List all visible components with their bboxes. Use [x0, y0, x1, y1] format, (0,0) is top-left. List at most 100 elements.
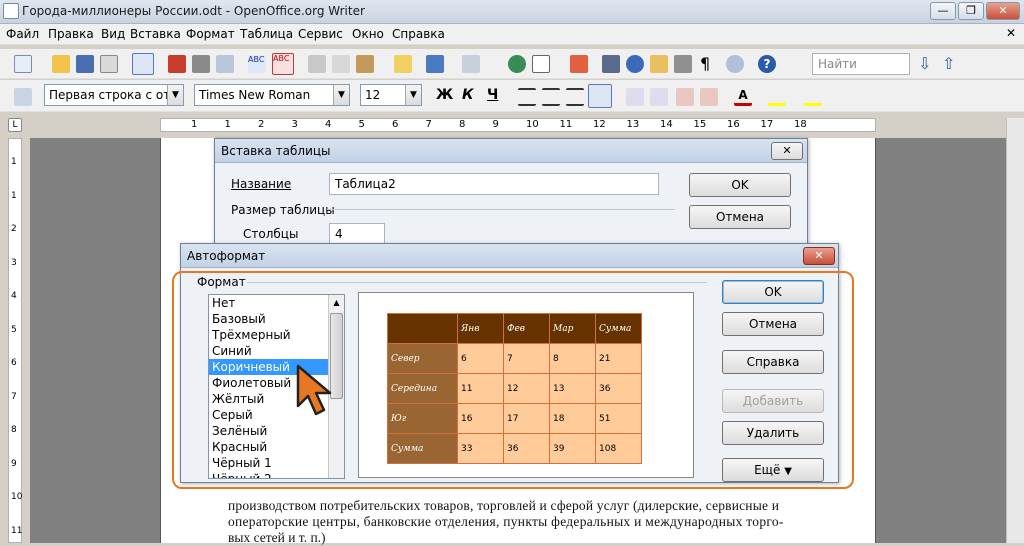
open-icon[interactable] [52, 55, 70, 73]
format-list-item[interactable]: Красный [209, 439, 328, 455]
find-next-icon[interactable]: ⇩ [918, 55, 936, 73]
align-center-icon[interactable] [542, 88, 560, 106]
autospell-icon[interactable]: ABC [272, 53, 294, 75]
format-list-item[interactable]: Трёхмерный [209, 327, 328, 343]
close-doc-icon[interactable]: ✕ [1006, 26, 1016, 40]
insert-table-ok-button[interactable]: OK [689, 173, 791, 197]
preview-row: Север 6 7 8 21 [387, 343, 642, 374]
autoformat-cancel-button[interactable]: Отмена [722, 312, 824, 336]
gallery-icon[interactable] [650, 55, 668, 73]
menu-bar: Файл Правка Вид Вставка Формат Таблица С… [0, 24, 1024, 45]
draw-icon[interactable] [570, 55, 588, 73]
insert-table-cancel-button[interactable]: Отмена [689, 205, 791, 229]
find-prev-icon[interactable]: ⇧ [942, 55, 960, 73]
help-icon[interactable]: ? [758, 55, 776, 73]
autoformat-more-button[interactable]: Ещё ▼ [722, 458, 824, 482]
spellcheck-icon[interactable]: ABC [248, 55, 266, 73]
find-input[interactable]: Найти [812, 53, 910, 75]
format-list-item[interactable]: Нет [209, 295, 328, 311]
format-list-item[interactable]: Чёрный 2 [209, 471, 328, 478]
menu-tools[interactable]: Сервис [298, 27, 343, 41]
background-color-icon[interactable] [804, 88, 822, 106]
cut-icon[interactable] [308, 55, 326, 73]
copy-icon[interactable] [332, 55, 350, 73]
format-list-item[interactable]: Зелёный [209, 423, 328, 439]
ruler-mark: 3 [11, 257, 17, 268]
menu-table[interactable]: Таблица [240, 27, 293, 41]
align-right-icon[interactable] [566, 88, 584, 106]
justify-icon[interactable] [588, 84, 612, 108]
preview-icon[interactable] [216, 55, 234, 73]
menu-format[interactable]: Формат [186, 27, 235, 41]
zoom-icon[interactable] [726, 55, 744, 73]
find-replace-icon[interactable] [602, 55, 620, 73]
preview-cell: 17 [503, 403, 550, 434]
horizontal-ruler[interactable]: 1 1 2 3 4 5 6 7 8 9 10 11 12 13 14 15 16 17 18 [160, 118, 876, 132]
vertical-ruler[interactable]: 1 1 2 3 4 5 6 7 8 9 10 11 [8, 138, 22, 543]
underline-button[interactable]: Ч [487, 87, 498, 103]
edit-mode-icon[interactable] [132, 53, 154, 75]
autoformat-close-button[interactable]: ✕ [803, 247, 835, 265]
ruler-mark: 2 [258, 119, 265, 130]
chevron-down-icon[interactable]: ▼ [333, 85, 349, 105]
menu-view[interactable]: Вид [101, 27, 125, 41]
highlight-icon[interactable] [768, 88, 786, 106]
standard-toolbar: ABC ABC ¶ ? Найти ⇩ ⇧ [0, 49, 1024, 79]
preview-cell: 8 [549, 343, 596, 374]
autoformat-add-button[interactable]: Добавить [722, 389, 824, 413]
format-paint-icon[interactable] [394, 55, 412, 73]
ruler-mark: 4 [325, 119, 332, 130]
new-icon[interactable] [14, 55, 32, 73]
print-icon[interactable] [192, 55, 210, 73]
format-list-item[interactable]: Синий [209, 343, 328, 359]
undo-icon[interactable] [426, 55, 444, 73]
format-preview: Янв Фев Мар Сумма Север 6 7 8 21 Середина 11 12 13 36… [358, 292, 694, 478]
bullets-icon[interactable] [650, 88, 668, 106]
paragraph-style-select[interactable]: Первая строка с отсту ▼ [44, 84, 184, 106]
numbering-icon[interactable] [626, 88, 644, 106]
menu-insert[interactable]: Вставка [130, 27, 181, 41]
font-color-icon[interactable]: A [734, 88, 752, 106]
table-icon[interactable] [532, 55, 550, 73]
chevron-down-icon[interactable]: ▼ [405, 85, 421, 105]
decrease-indent-icon[interactable] [676, 88, 694, 106]
menu-file[interactable]: Файл [6, 27, 39, 41]
tab-type-icon[interactable]: L [8, 118, 22, 132]
italic-button[interactable]: К [462, 87, 473, 103]
align-left-icon[interactable] [518, 88, 536, 106]
preview-cell: 33 [457, 433, 504, 464]
nonprinting-chars-icon[interactable]: ¶ [700, 55, 718, 73]
menu-window[interactable]: Окно [352, 27, 384, 41]
format-list-item[interactable]: Чёрный 1 [209, 455, 328, 471]
minimize-button[interactable]: — [930, 2, 956, 20]
bold-button[interactable]: Ж [436, 87, 453, 103]
chevron-down-icon[interactable]: ▼ [167, 85, 183, 105]
styles-icon[interactable] [14, 88, 32, 106]
preview-cell: 108 [595, 433, 642, 464]
columns-input[interactable]: 4 [329, 223, 385, 245]
hyperlink-icon[interactable] [508, 55, 526, 73]
menu-help[interactable]: Справка [392, 27, 445, 41]
datasource-icon[interactable] [674, 55, 692, 73]
autoformat-help-button[interactable]: Справка [722, 350, 824, 374]
increase-indent-icon[interactable] [700, 88, 718, 106]
font-size-select[interactable]: 12 ▼ [360, 84, 422, 106]
autoformat-delete-button[interactable]: Удалить [722, 421, 824, 445]
autoformat-ok-button[interactable]: OK [722, 280, 824, 304]
paste-icon[interactable] [356, 55, 374, 73]
vertical-scrollbar[interactable] [1006, 118, 1024, 543]
navigator-icon[interactable] [626, 55, 644, 73]
scroll-up-icon[interactable]: ▲ [329, 295, 344, 311]
preview-cell: 7 [503, 343, 550, 374]
close-button[interactable]: ✕ [986, 2, 1020, 20]
insert-table-close-button[interactable]: ✕ [771, 142, 803, 160]
maximize-button[interactable]: ❐ [958, 2, 984, 20]
save-icon[interactable] [76, 55, 94, 73]
menu-edit[interactable]: Правка [48, 27, 94, 41]
table-name-input[interactable]: Таблица2 [329, 173, 659, 195]
email-icon[interactable] [100, 55, 118, 73]
pdf-icon[interactable] [168, 55, 186, 73]
format-list-item[interactable]: Базовый [209, 311, 328, 327]
redo-icon[interactable] [462, 55, 480, 73]
font-select[interactable]: Times New Roman ▼ [194, 84, 350, 106]
